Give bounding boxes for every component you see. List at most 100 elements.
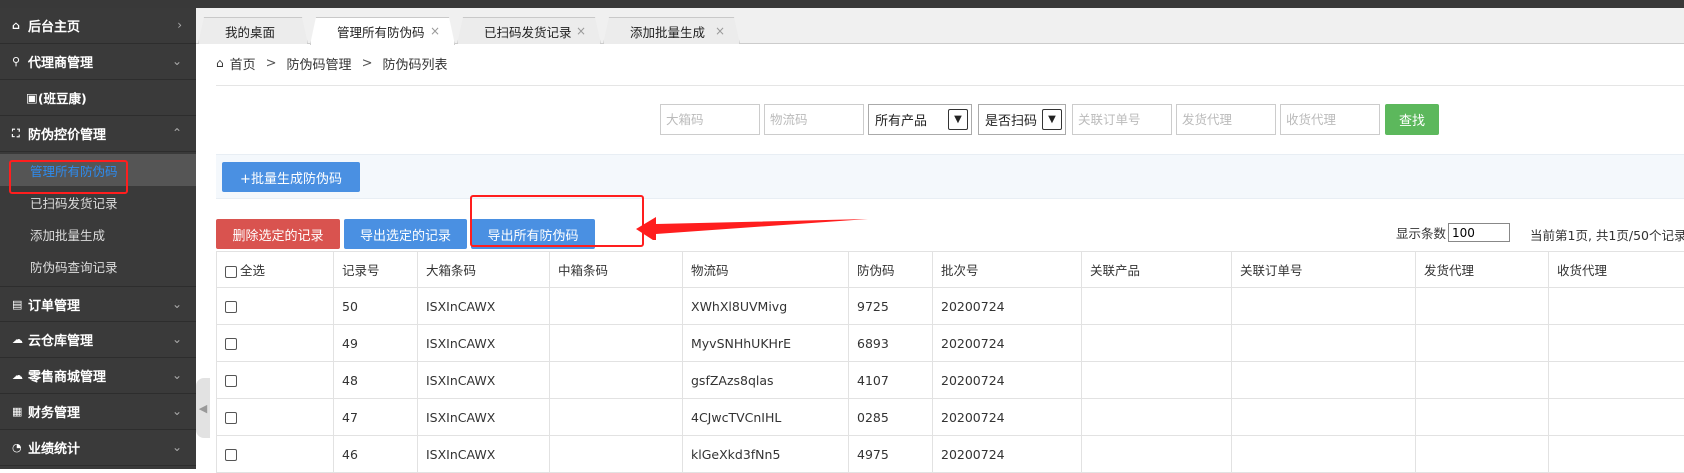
chevron-down-icon: ⌄ — [172, 54, 182, 68]
sidebar-sub-batch-generate[interactable]: 添加批量生成 — [0, 218, 196, 250]
cell: 4107 — [849, 362, 933, 399]
sidebar-item-home[interactable]: ⌂ 后台主页 › — [0, 8, 196, 44]
chevron-down-icon: ⌄ — [172, 404, 182, 418]
codes-table: 全选 记录号 大箱条码 中箱条码 物流码 防伪码 批次号 关联产品 关联订单号 … — [216, 251, 1684, 473]
money-icon: ▦ — [12, 405, 26, 418]
header-select-all[interactable]: 全选 — [217, 252, 334, 288]
per-page-label: 显示条数 — [1396, 223, 1446, 242]
cell — [1549, 288, 1684, 325]
checkbox[interactable] — [225, 301, 237, 313]
sidebar-item-finance[interactable]: ▦ 财务管理 ⌄ — [0, 394, 196, 430]
sidebar-item-orders[interactable]: ▤ 订单管理 ⌄ — [0, 286, 196, 322]
tab-label: 管理所有防伪码 — [337, 22, 425, 41]
sidebar-item-label: 代理商管理 — [28, 52, 93, 71]
close-icon[interactable]: × — [715, 24, 725, 38]
table-row: 49ISXInCAWX MyvSNHhUKHrE 689320200724 — [217, 325, 1684, 362]
order-no-input[interactable] — [1072, 104, 1172, 135]
cell: ISXInCAWX — [418, 362, 550, 399]
breadcrumb-level1[interactable]: 防伪码管理 — [287, 54, 352, 73]
batch-generate-button[interactable]: +批量生成防伪码 — [222, 162, 360, 192]
header-product: 关联产品 — [1082, 252, 1232, 288]
header-batch: 批次号 — [933, 252, 1082, 288]
tab-desktop[interactable]: 我的桌面 — [198, 17, 308, 44]
cell — [1416, 325, 1549, 362]
logistics-code-input[interactable] — [764, 104, 864, 135]
cell — [550, 436, 683, 473]
cell: 20200724 — [933, 399, 1082, 436]
cell — [1416, 288, 1549, 325]
sidebar-sub-query-records[interactable]: 防伪码查询记录 — [0, 250, 196, 282]
scanned-select-value: 是否扫码 — [985, 110, 1037, 129]
cell: ISXInCAWX — [418, 436, 550, 473]
tab-batch-generate[interactable]: 添加批量生成 × — [603, 17, 740, 44]
cell — [1549, 325, 1684, 362]
tab-manage-codes[interactable]: 管理所有防伪码 × — [310, 17, 455, 45]
cell: 47 — [334, 399, 418, 436]
ship-agent-input[interactable] — [1176, 104, 1276, 135]
row-select[interactable] — [217, 362, 334, 399]
close-icon[interactable]: × — [430, 24, 440, 38]
cell: ISXInCAWX — [418, 399, 550, 436]
breadcrumb-separator: > — [266, 56, 277, 71]
sidebar-item-retail-mall[interactable]: ☁ 零售商城管理 ⌄ — [0, 358, 196, 394]
tab-bar: 我的桌面 管理所有防伪码 × 已扫码发货记录 × 添加批量生成 × — [196, 8, 1684, 44]
cell — [1549, 436, 1684, 473]
document-icon: ▤ — [12, 298, 26, 311]
cell: 4975 — [849, 436, 933, 473]
close-icon[interactable]: × — [576, 24, 586, 38]
header-anti-fake: 防伪码 — [849, 252, 933, 288]
header-order: 关联订单号 — [1232, 252, 1416, 288]
user-icon: ⚲ — [12, 55, 26, 68]
cell: 50 — [334, 288, 418, 325]
export-selected-button[interactable]: 导出选定的记录 — [344, 219, 467, 249]
table-row: 48ISXInCAWX gsfZAzs8qlas 410720200724 — [217, 362, 1684, 399]
cell — [1232, 288, 1416, 325]
cell: 0285 — [849, 399, 933, 436]
cell: 9725 — [849, 288, 933, 325]
table-header-row: 全选 记录号 大箱条码 中箱条码 物流码 防伪码 批次号 关联产品 关联订单号 … — [217, 252, 1684, 288]
checkbox[interactable] — [225, 338, 237, 350]
sidebar-item-anti-fake[interactable]: ⛶ 防伪控价管理 ⌃ — [0, 116, 196, 152]
home-icon: ⌂ — [216, 56, 224, 70]
row-select[interactable] — [217, 325, 334, 362]
checkbox[interactable] — [225, 449, 237, 461]
product-select-value: 所有产品 — [875, 110, 927, 129]
cell: ISXInCAWX — [418, 325, 550, 362]
sidebar-dealer[interactable]: ▣ (班豆康) — [0, 80, 196, 116]
cloud-icon: ☁ — [12, 369, 26, 382]
row-select[interactable] — [217, 436, 334, 473]
cloud-icon: ☁ — [12, 333, 26, 346]
breadcrumb-home[interactable]: 首页 — [230, 54, 256, 73]
search-button[interactable]: 查找 — [1385, 104, 1439, 135]
per-page-input[interactable] — [1448, 223, 1510, 242]
checkbox[interactable] — [225, 412, 237, 424]
page-info: 当前第1页, 共1页/50个记录 — [1530, 225, 1684, 244]
scanned-select[interactable]: 是否扫码 ▼ — [978, 104, 1066, 135]
cell — [1082, 436, 1232, 473]
checkbox[interactable] — [225, 266, 237, 278]
delete-selected-button[interactable]: 删除选定的记录 — [216, 219, 340, 249]
divider — [216, 85, 1684, 86]
cell: gsfZAzs8qlas — [683, 362, 849, 399]
row-select[interactable] — [217, 399, 334, 436]
stats-icon: ◔ — [12, 441, 26, 454]
cell — [1549, 362, 1684, 399]
tab-scanned-records[interactable]: 已扫码发货记录 × — [457, 17, 601, 44]
sidebar-item-agent-mgmt[interactable]: ⚲ 代理商管理 ⌄ — [0, 44, 196, 80]
checkbox[interactable] — [225, 375, 237, 387]
recv-agent-input[interactable] — [1280, 104, 1380, 135]
big-box-code-input[interactable] — [660, 104, 760, 135]
cell — [1549, 399, 1684, 436]
sidebar-item-stats[interactable]: ◔ 业绩统计 ⌄ — [0, 430, 196, 466]
collapse-sidebar-handle[interactable]: ◀ — [196, 378, 210, 438]
header-big-box: 大箱条码 — [418, 252, 550, 288]
product-select[interactable]: 所有产品 ▼ — [868, 104, 972, 135]
header-record-no: 记录号 — [334, 252, 418, 288]
scan-icon: ⛶ — [12, 127, 26, 141]
cell — [550, 362, 683, 399]
row-select[interactable] — [217, 288, 334, 325]
cell: 4CJwcTVCnIHL — [683, 399, 849, 436]
cell — [1232, 436, 1416, 473]
sidebar-item-label: 财务管理 — [28, 402, 80, 421]
sidebar-item-cloud-warehouse[interactable]: ☁ 云仓库管理 ⌄ — [0, 322, 196, 358]
